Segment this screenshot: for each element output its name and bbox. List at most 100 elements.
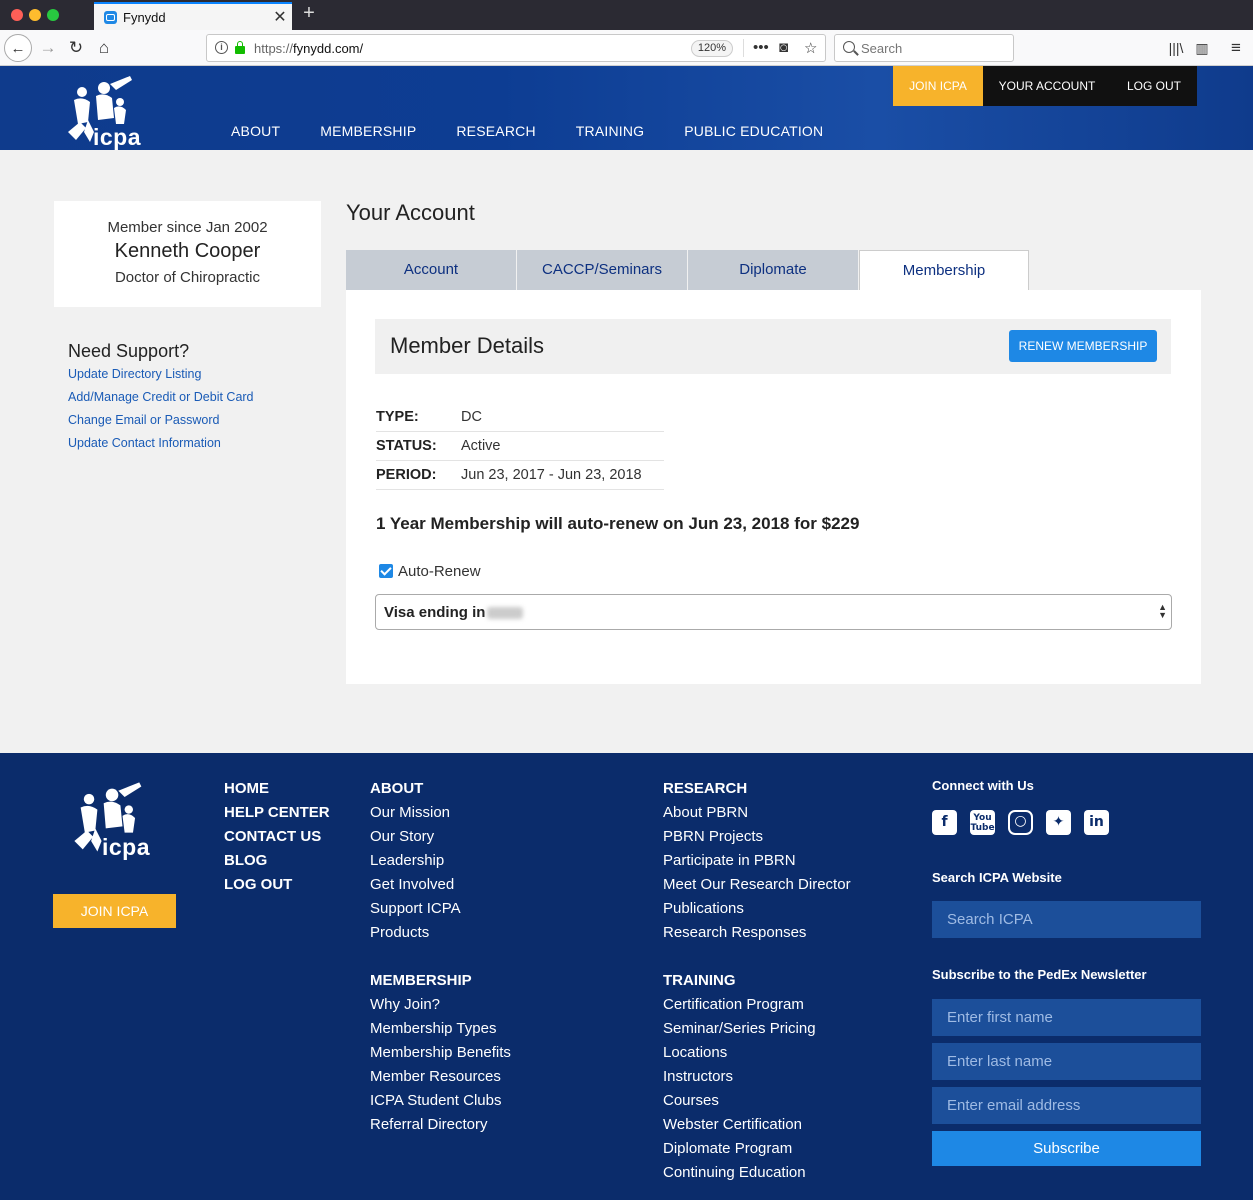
auto-renew-checkbox[interactable] (379, 564, 393, 578)
nav-training[interactable]: TRAINING (576, 123, 645, 139)
icpa-logo[interactable]: icpa (60, 72, 146, 150)
top-actions: JOIN ICPA YOUR ACCOUNT LOG OUT (893, 66, 1197, 106)
footer-heading-about[interactable]: ABOUT (370, 777, 511, 801)
connect-title: Connect with Us (932, 778, 1034, 793)
instagram-icon[interactable]: ○ (1008, 810, 1033, 835)
footer-link[interactable]: Certification Program (663, 993, 851, 1017)
pocket-icon[interactable]: ◙ (779, 39, 788, 56)
tab-diplomate[interactable]: Diplomate (688, 250, 858, 290)
footer-link[interactable]: About PBRN (663, 801, 851, 825)
footer-link[interactable]: Continuing Education (663, 1161, 851, 1185)
url-scheme: https:// (254, 41, 294, 56)
maximize-window-button[interactable] (47, 9, 59, 21)
first-name-input[interactable] (932, 999, 1201, 1036)
linkedin-icon[interactable]: in (1084, 810, 1109, 835)
footer-link-contact-us[interactable]: CONTACT US (224, 825, 330, 849)
support-link-update-directory[interactable]: Update Directory Listing (68, 367, 254, 381)
join-icpa-button[interactable]: JOIN ICPA (893, 66, 983, 106)
library-icon[interactable]: |||\ (1166, 34, 1186, 62)
footer-link[interactable]: Leadership (370, 849, 511, 873)
footer-join-button[interactable]: JOIN ICPA (53, 894, 176, 928)
minimize-window-button[interactable] (29, 9, 41, 21)
nav-about[interactable]: ABOUT (231, 123, 280, 139)
footer-link[interactable]: Meet Our Research Director (663, 873, 851, 897)
page-actions-icon[interactable]: ••• (753, 39, 769, 56)
payment-card-select[interactable]: Visa ending in ▲ ▼ (375, 594, 1172, 630)
browser-tab[interactable]: Fynydd ✕ (94, 2, 292, 30)
zoom-level[interactable]: 120% (691, 40, 733, 57)
footer-link[interactable]: Our Mission (370, 801, 511, 825)
footer-link[interactable]: Diplomate Program (663, 1137, 851, 1161)
footer-heading-research[interactable]: RESEARCH (663, 777, 851, 801)
sidebar-icon[interactable]: ▥ (1192, 34, 1212, 62)
nav-public-education[interactable]: PUBLIC EDUCATION (684, 123, 823, 139)
close-window-button[interactable] (11, 9, 23, 21)
footer-membership-group: MEMBERSHIP Why Join? Membership Types Me… (370, 969, 511, 1137)
footer-link[interactable]: Webster Certification (663, 1113, 851, 1137)
footer-link[interactable]: Referral Directory (370, 1113, 511, 1137)
site-footer: icpa JOIN ICPA HOME HELP CENTER CONTACT … (0, 753, 1253, 1200)
url-bar[interactable]: i https://fynydd.com/ 120% ••• ◙ ☆ (206, 34, 826, 62)
profile-card: Member since Jan 2002 Kenneth Cooper Doc… (54, 201, 321, 307)
footer-link-help-center[interactable]: HELP CENTER (224, 801, 330, 825)
tab-membership[interactable]: Membership (859, 250, 1029, 291)
footer-link[interactable]: Locations (663, 1041, 851, 1065)
email-input[interactable] (932, 1087, 1201, 1124)
nav-membership[interactable]: MEMBERSHIP (320, 123, 416, 139)
footer-link[interactable]: ICPA Student Clubs (370, 1089, 511, 1113)
subscribe-button[interactable]: Subscribe (932, 1131, 1201, 1166)
footer-link-home[interactable]: HOME (224, 777, 330, 801)
tab-caccp-seminars[interactable]: CACCP/Seminars (517, 250, 687, 290)
renew-membership-button[interactable]: RENEW MEMBERSHIP (1009, 330, 1157, 362)
footer-search-input[interactable] (932, 901, 1201, 938)
last-name-input[interactable] (932, 1043, 1201, 1080)
auto-renew-label[interactable]: Auto-Renew (398, 563, 481, 580)
tab-close-icon[interactable]: ✕ (268, 7, 292, 27)
facebook-icon[interactable]: f (932, 810, 957, 835)
info-icon[interactable]: i (215, 41, 228, 54)
twitter-icon[interactable]: ✦ (1046, 810, 1071, 835)
nav-research[interactable]: RESEARCH (456, 123, 535, 139)
footer-logo[interactable]: icpa (66, 777, 156, 861)
footer-link[interactable]: Instructors (663, 1065, 851, 1089)
support-link-change-email[interactable]: Change Email or Password (68, 413, 254, 427)
footer-link[interactable]: Membership Types (370, 1017, 511, 1041)
youtube-icon[interactable]: You Tube (970, 810, 995, 835)
your-account-link[interactable]: YOUR ACCOUNT (983, 66, 1111, 106)
footer-link[interactable]: Membership Benefits (370, 1041, 511, 1065)
footer-link[interactable]: Support ICPA (370, 897, 511, 921)
footer-link[interactable]: Participate in PBRN (663, 849, 851, 873)
new-tab-icon[interactable]: + (299, 2, 319, 25)
footer-link[interactable]: Member Resources (370, 1065, 511, 1089)
support-link-update-contact[interactable]: Update Contact Information (68, 436, 254, 450)
footer-link[interactable]: PBRN Projects (663, 825, 851, 849)
footer-link[interactable]: Our Story (370, 825, 511, 849)
log-out-link[interactable]: LOG OUT (1111, 66, 1197, 106)
bookmark-star-icon[interactable]: ☆ (804, 39, 817, 57)
browser-search-input[interactable] (861, 39, 1006, 57)
home-icon[interactable]: ⌂ (94, 34, 114, 62)
member-details-list: TYPE: DC STATUS: Active PERIOD: Jun 23, … (376, 403, 664, 490)
forward-arrow-icon[interactable]: → (38, 34, 58, 62)
site-header: icpa ABOUT MEMBERSHIP RESEARCH TRAINING … (0, 66, 1253, 150)
browser-search[interactable] (834, 34, 1014, 62)
footer-link[interactable]: Products (370, 921, 511, 945)
back-arrow-icon[interactable]: ← (4, 34, 32, 62)
menu-icon[interactable]: ≡ (1226, 34, 1246, 62)
footer-heading-membership[interactable]: MEMBERSHIP (370, 969, 511, 993)
footer-link[interactable]: Research Responses (663, 921, 851, 945)
reload-icon[interactable]: ↻ (66, 34, 86, 62)
url-text[interactable]: https://fynydd.com/ (254, 41, 363, 56)
footer-link[interactable]: Courses (663, 1089, 851, 1113)
footer-link[interactable]: Get Involved (370, 873, 511, 897)
support-link-manage-card[interactable]: Add/Manage Credit or Debit Card (68, 390, 254, 404)
footer-link[interactable]: Why Join? (370, 993, 511, 1017)
footer-link[interactable]: Seminar/Series Pricing (663, 1017, 851, 1041)
tab-account[interactable]: Account (346, 250, 516, 290)
footer-link-log-out[interactable]: LOG OUT (224, 873, 330, 897)
footer-link-blog[interactable]: BLOG (224, 849, 330, 873)
account-tabs: Account CACCP/Seminars Diplomate Members… (346, 250, 1030, 291)
footer-link[interactable]: Publications (663, 897, 851, 921)
footer-heading-training[interactable]: TRAINING (663, 969, 851, 993)
search-icon (843, 41, 855, 53)
